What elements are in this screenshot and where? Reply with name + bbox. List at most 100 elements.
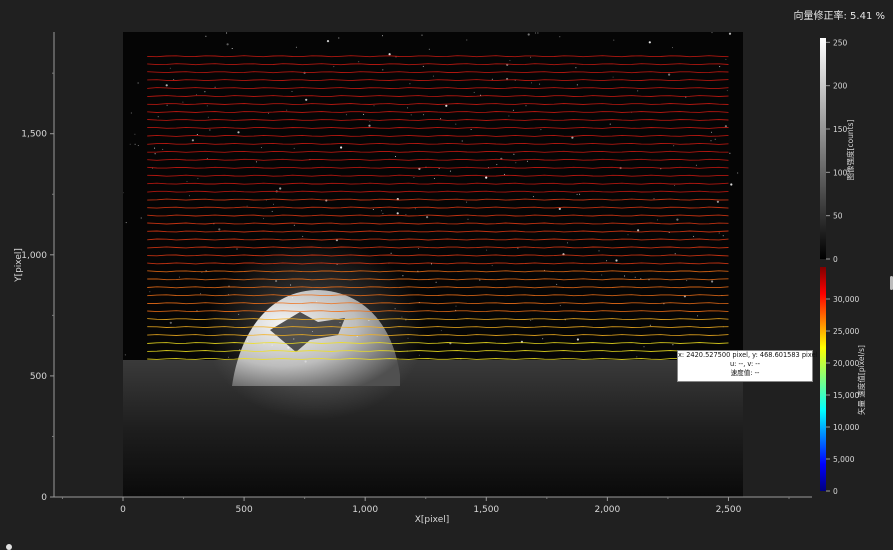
colorbar-tick-label: 250 (833, 38, 848, 47)
particle-speck (431, 263, 432, 265)
y-tick-label: 1,000 (21, 251, 47, 261)
particle-speck (293, 147, 295, 149)
particle-speck (640, 278, 642, 280)
particle-speck (129, 143, 131, 145)
velocity-colorbar-ticks: 0 5,000 10,000 15,000 20,000 25,000 30,000 (826, 295, 859, 496)
particle-speck (246, 205, 248, 207)
particle-speck (612, 76, 614, 78)
particle-speck (473, 91, 475, 93)
particle-speck (540, 129, 542, 131)
particle-speck (729, 152, 731, 154)
particle-speck (293, 338, 295, 340)
particle-speck (413, 177, 415, 178)
particle-speck (558, 207, 561, 210)
particle-speck (513, 153, 515, 155)
particle-speck (606, 260, 608, 262)
particle-speck (648, 41, 651, 44)
particle-speck (718, 232, 720, 234)
particle-speck (123, 192, 124, 194)
particle-speck (697, 315, 699, 317)
particle-speck (228, 356, 230, 358)
particle-speck (637, 90, 639, 92)
x-tick-label: 1,000 (352, 505, 378, 515)
particle-speck (125, 222, 127, 224)
particle-speck (363, 113, 365, 115)
particle-speck (197, 178, 199, 180)
particle-speck (613, 39, 615, 41)
particle-speck (149, 291, 151, 293)
y-axis-label: Y[pixel] (14, 248, 24, 283)
particle-speck (527, 33, 530, 36)
particle-speck (624, 275, 626, 277)
particle-speck (206, 158, 208, 159)
particle-speck (196, 134, 198, 135)
particle-speck (270, 323, 272, 325)
particle-speck (575, 67, 577, 69)
particle-speck (263, 218, 264, 220)
piv-vector-plot[interactable]: 0 500 1,000 1,500 2,000 2,500 05001,0001,500 … (0, 0, 893, 550)
particle-speck (467, 218, 469, 220)
particle-speck (428, 48, 430, 50)
velocity-colorbar-title: 矢量 速度值[pixel/s] (856, 345, 866, 415)
intensity-colorbar-title: 图像强度[counts] (845, 119, 855, 180)
particle-speck (695, 164, 697, 166)
particle-speck (134, 133, 136, 135)
particle-speck (576, 84, 578, 86)
particle-speck (576, 338, 580, 341)
particle-speck (154, 147, 156, 149)
particle-speck (649, 324, 651, 326)
particle-speck (724, 125, 728, 128)
particle-speck (711, 131, 712, 133)
particle-speck (196, 94, 197, 96)
particle-speck (615, 259, 618, 262)
particle-speck (407, 107, 409, 109)
particle-speck (503, 173, 505, 175)
particle-speck (372, 209, 374, 210)
colorbar-tick-label: 10,000 (833, 423, 859, 432)
particle-speck (291, 91, 293, 92)
particle-speck (531, 82, 532, 84)
particle-speck (401, 316, 403, 318)
particle-speck (388, 53, 391, 56)
particle-speck (268, 112, 269, 114)
particle-speck (178, 276, 180, 278)
particle-speck (188, 195, 190, 197)
colorbar-tick-label: 25,000 (833, 327, 859, 336)
particle-speck (291, 348, 293, 350)
particle-speck (414, 208, 416, 210)
colorbar-tick-label: 5,000 (833, 455, 855, 464)
particle-speck (470, 129, 472, 130)
app-window: 向量修正率: 5.41 % 0 500 1,000 1,500 2,000 2,… (0, 0, 893, 550)
particle-speck (668, 73, 671, 76)
particle-speck (209, 129, 211, 131)
colorbar-tick-label: 50 (833, 212, 843, 221)
cursor-readout-tooltip: x: 2420.527500 pixel, y: 468.601583 pixe… (677, 350, 817, 382)
particle-speck (395, 156, 396, 157)
velocity-colorbar (820, 267, 826, 491)
particle-speck (509, 60, 511, 61)
particle-speck (382, 69, 384, 71)
particle-speck (421, 34, 423, 36)
particle-speck (728, 32, 732, 35)
particle-speck (247, 340, 249, 342)
intensity-colorbar-ticks: 050100150200250 (826, 38, 848, 264)
x-tick-label: 2,000 (594, 505, 620, 515)
particle-speck (368, 320, 370, 321)
particle-speck (291, 297, 293, 299)
particle-speck (237, 131, 240, 134)
particle-speck (165, 84, 168, 87)
particle-speck (338, 37, 340, 39)
x-tick-label: 1,500 (473, 505, 499, 515)
particle-speck (576, 193, 578, 195)
particle-speck (426, 216, 429, 219)
particle-speck (676, 218, 679, 221)
particle-speck (286, 109, 288, 111)
particle-speck (182, 101, 184, 103)
particle-speck (418, 248, 419, 249)
particle-speck (186, 181, 188, 183)
particle-speck (396, 212, 399, 215)
y-tick-label: 500 (30, 372, 47, 382)
particle-speck (173, 79, 175, 80)
particle-speck (405, 214, 407, 216)
particle-speck (423, 114, 425, 116)
